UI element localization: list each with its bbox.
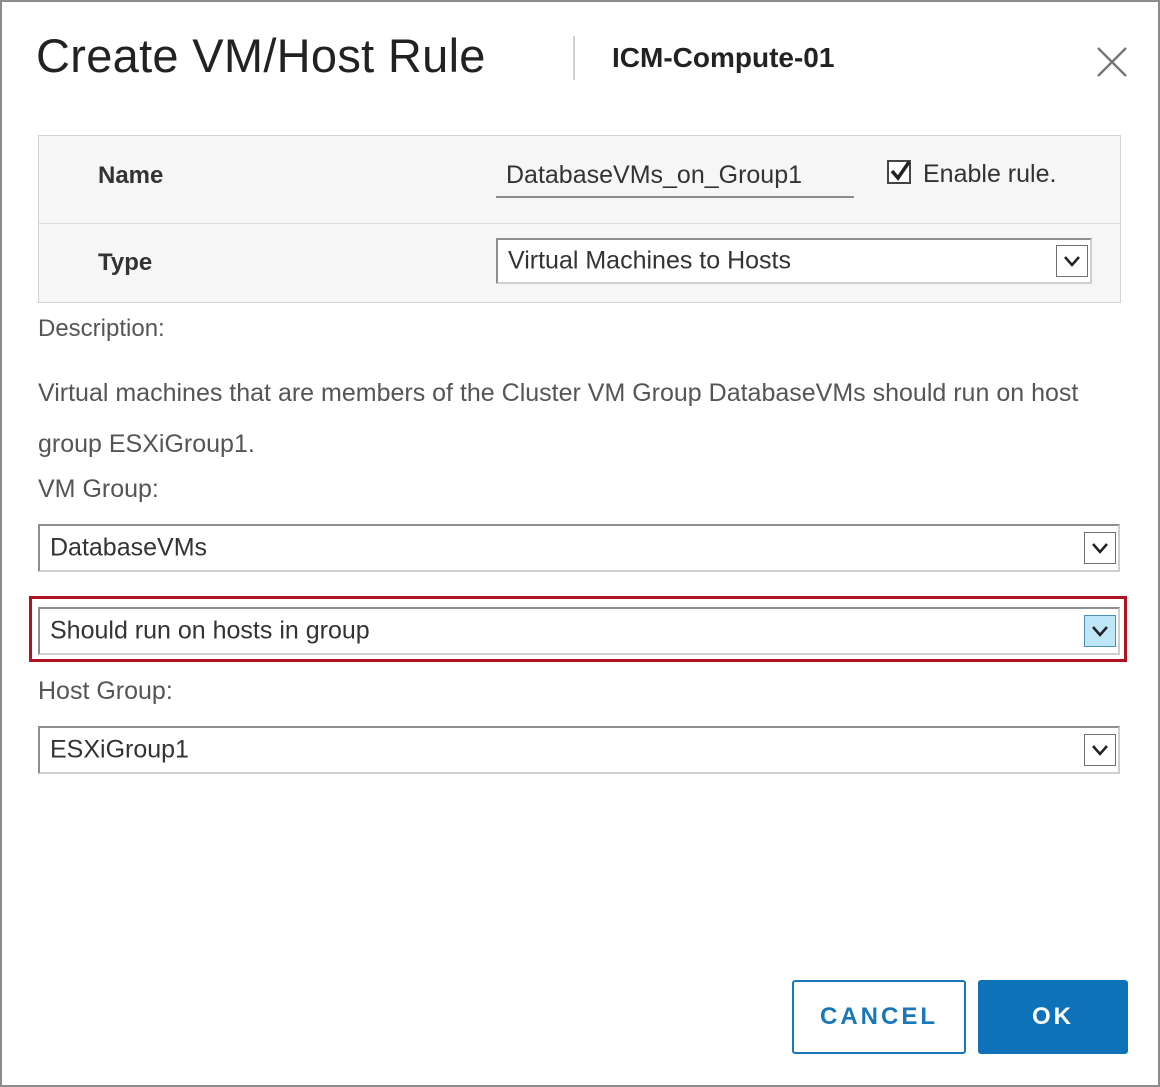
- row-divider: [39, 223, 1120, 224]
- rule-condition-select[interactable]: Should run on hosts in group: [38, 607, 1120, 655]
- type-label: Type: [98, 249, 153, 276]
- dialog-title: Create VM/Host Rule: [36, 29, 486, 82]
- host-group-dropdown-toggle[interactable]: [1084, 734, 1116, 766]
- host-group-label: Host Group:: [38, 677, 173, 705]
- enable-rule-checkbox[interactable]: [887, 160, 911, 184]
- chevron-down-icon: [1092, 626, 1108, 637]
- vm-group-value: DatabaseVMs: [50, 533, 208, 562]
- close-icon: [1097, 47, 1127, 77]
- type-select[interactable]: Virtual Machines to Hosts: [496, 238, 1092, 284]
- rule-condition-dropdown-toggle[interactable]: [1084, 615, 1116, 647]
- type-select-value: Virtual Machines to Hosts: [508, 246, 791, 275]
- host-group-select[interactable]: ESXiGroup1: [38, 726, 1120, 774]
- rule-condition-value: Should run on hosts in group: [50, 616, 370, 645]
- description-label: Description:: [38, 315, 165, 342]
- vm-group-label: VM Group:: [38, 475, 159, 503]
- chevron-down-icon: [1064, 256, 1080, 267]
- host-group-value: ESXiGroup1: [50, 735, 189, 764]
- chevron-down-icon: [1092, 745, 1108, 756]
- checkmark-icon: [890, 161, 911, 181]
- type-dropdown-toggle[interactable]: [1056, 245, 1088, 277]
- chevron-down-icon: [1092, 543, 1108, 554]
- description-text: Virtual machines that are members of the…: [38, 379, 1079, 458]
- rule-form-panel: Name Enable rule. Type Virtual Machines …: [38, 135, 1121, 303]
- name-input[interactable]: [496, 154, 854, 198]
- cancel-button[interactable]: CANCEL: [792, 980, 966, 1054]
- close-button[interactable]: [1094, 44, 1130, 80]
- enable-rule-label: Enable rule.: [923, 160, 1057, 188]
- create-vm-host-rule-dialog: Create VM/Host Rule ICM-Compute-01 Name …: [0, 0, 1160, 1087]
- cluster-name: ICM-Compute-01: [612, 42, 835, 73]
- ok-button[interactable]: OK: [978, 980, 1128, 1054]
- vm-group-select[interactable]: DatabaseVMs: [38, 524, 1120, 572]
- vm-group-dropdown-toggle[interactable]: [1084, 532, 1116, 564]
- title-divider: [573, 36, 575, 80]
- name-label: Name: [98, 162, 164, 189]
